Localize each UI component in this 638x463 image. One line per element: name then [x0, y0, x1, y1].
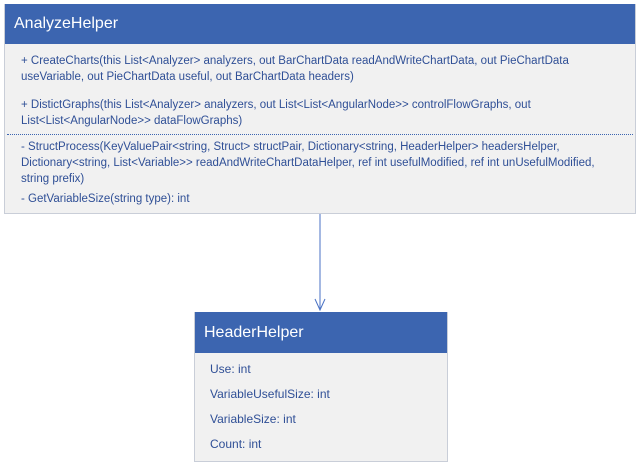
method-distict-graphs: + DistictGraphs(this List<Analyzer> anal… [21, 99, 531, 127]
attribute-use: Use: int [210, 362, 251, 376]
header-helper-title: HeaderHelper [195, 312, 447, 353]
analyze-helper-public-methods: + CreateCharts(this List<Analyzer> analy… [5, 44, 635, 129]
method-get-variable-size: - GetVariableSize(string type): int [21, 193, 190, 205]
arrow-head [314, 298, 326, 312]
analyze-helper-private-methods: - StructProcess(KeyValuePair<string, Str… [5, 135, 635, 207]
analyze-helper-title: AnalyzeHelper [5, 4, 635, 44]
header-helper-class: HeaderHelper Use: int VariableUsefulSize… [194, 312, 448, 462]
header-helper-attributes: Use: int VariableUsefulSize: int Variabl… [195, 353, 447, 461]
attribute-count: Count: int [210, 437, 262, 451]
attribute-variable-useful-size: VariableUsefulSize: int [210, 387, 330, 401]
method-create-charts: + CreateCharts(this List<Analyzer> analy… [21, 55, 569, 83]
analyze-helper-class: AnalyzeHelper + CreateCharts(this List<A… [4, 4, 636, 214]
attribute-variable-size: VariableSize: int [210, 412, 296, 426]
method-struct-process: - StructProcess(KeyValuePair<string, Str… [21, 141, 595, 185]
